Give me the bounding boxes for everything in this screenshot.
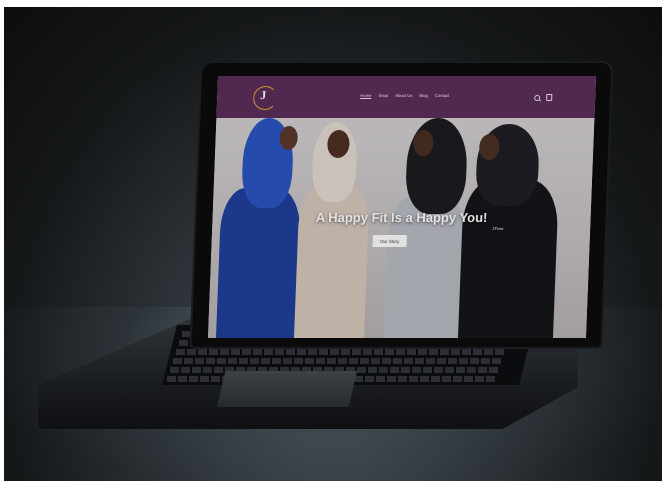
nav-contact[interactable]: Contact [435,93,450,98]
site-header: J Home Shop About Us Blog Contact [216,76,597,118]
logo-letter: J [260,88,267,102]
hero-banner: J'Flow A Happy Fit Is a Happy You! Our S… [207,118,595,338]
laptop-scene: J Home Shop About Us Blog Contact J'Flow… [4,7,662,481]
nav-shop[interactable]: Shop [378,93,388,98]
hero-title: A Happy Fit Is a Happy You! [315,210,488,225]
nav-blog[interactable]: Blog [419,93,428,98]
main-nav: Home Shop About Us Blog Contact [360,93,449,98]
nav-about-us[interactable]: About Us [395,93,412,98]
cart-icon[interactable] [546,94,553,101]
laptop-screen: J Home Shop About Us Blog Contact J'Flow… [207,76,597,338]
site-logo[interactable]: J [252,86,278,110]
nav-home[interactable]: Home [360,93,371,98]
search-icon[interactable] [534,95,541,101]
laptop-trackpad [217,371,357,407]
our-story-button[interactable]: Our Story [372,235,407,247]
jacket-logo: J'Flow [492,226,504,231]
